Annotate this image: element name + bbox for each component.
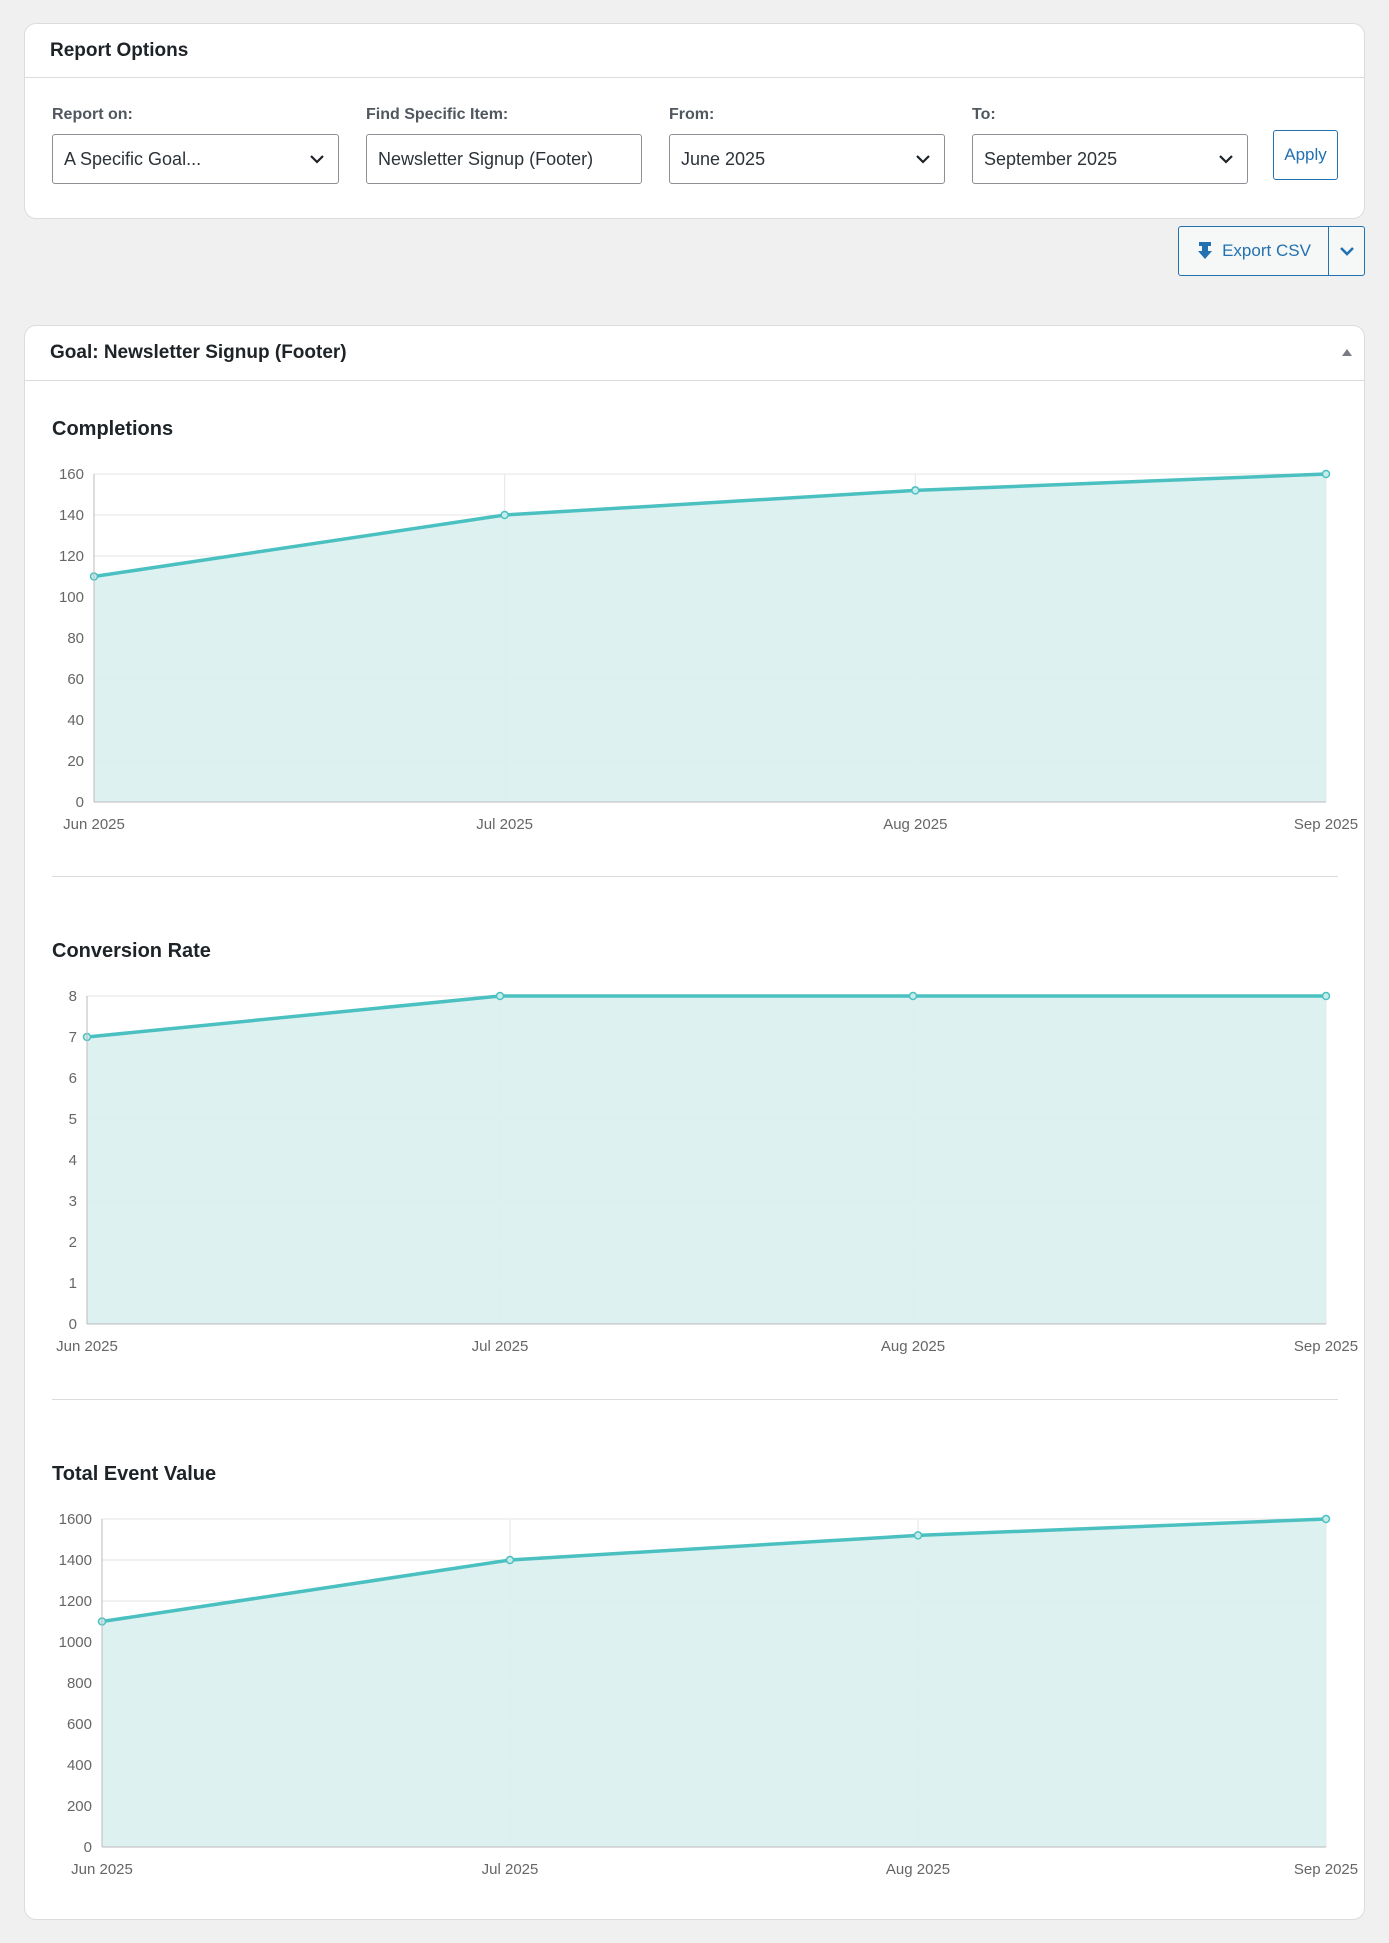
y-tick-label: 120 [59, 548, 84, 565]
y-tick-label: 100 [59, 589, 84, 606]
apply-button[interactable]: Apply [1273, 130, 1338, 180]
report-options-panel: Report Options Report on: A Specific Goa… [24, 23, 1365, 219]
find-item-value: Newsletter Signup (Footer) [378, 148, 594, 169]
y-tick-label: 600 [67, 1716, 92, 1733]
y-tick-label: 2 [69, 1234, 77, 1251]
from-field: From: June 2025 [669, 104, 945, 184]
goal-panel-title: Goal: Newsletter Signup (Footer) [25, 326, 1364, 381]
x-tick-label: Jul 2025 [472, 1338, 529, 1355]
y-tick-label: 1200 [59, 1593, 92, 1610]
y-tick-label: 800 [67, 1675, 92, 1692]
report-on-field: Report on: A Specific Goal... [52, 104, 339, 184]
y-tick-label: 40 [67, 712, 84, 729]
y-tick-label: 1000 [59, 1634, 92, 1651]
x-tick-label: Jun 2025 [63, 816, 125, 833]
chevron-down-icon [1339, 247, 1354, 256]
series-area [94, 474, 1326, 802]
from-value: June 2025 [681, 148, 766, 169]
x-tick-label: Sep 2025 [1294, 1338, 1358, 1355]
completions-chart-svg: 0 20 40 60 80 100 120 140 160 Jun 2025 Jul 2025 Aug… [59, 466, 1358, 833]
y-tick-label: 6 [69, 1070, 77, 1087]
total-event-value-chart: Total Event Value 0 200 400 600 800 1000 1200 1… [52, 1459, 1358, 1878]
y-tick-label: 0 [69, 1316, 77, 1333]
export-csv-button[interactable]: Export CSV [1179, 227, 1329, 275]
chart-title: Total Event Value [52, 1463, 217, 1485]
y-tick-label: 160 [59, 466, 84, 483]
goal-panel: Goal: Newsletter Signup (Footer) Complet… [24, 325, 1365, 1920]
x-tick-label: Sep 2025 [1294, 816, 1358, 833]
total-event-value-chart-svg: 0 200 400 600 800 1000 1200 1400 1600 Jun 2025 Jul… [59, 1511, 1358, 1878]
report-options-title: Report Options [25, 24, 1364, 78]
data-point [495, 991, 505, 1001]
to-value: September 2025 [984, 148, 1118, 169]
y-tick-label: 4 [69, 1152, 77, 1169]
y-tick-label: 0 [76, 794, 84, 811]
x-tick-label: Jul 2025 [476, 816, 533, 833]
chevron-down-icon [310, 155, 324, 164]
y-tick-label: 60 [67, 671, 84, 688]
x-tick-label: Jul 2025 [482, 1861, 539, 1878]
to-label: To: [972, 106, 996, 123]
export-csv-group: Export CSV [1178, 226, 1365, 276]
report-on-value: A Specific Goal... [64, 148, 202, 169]
find-item-label: Find Specific Item: [366, 106, 509, 123]
conversion-rate-chart-svg: 0 1 2 3 4 5 6 7 8 Jun 2025 Jul 2025 Aug 2025 Sep 202… [56, 988, 1358, 1355]
chevron-down-icon [916, 155, 930, 164]
report-on-label: Report on: [52, 106, 133, 123]
y-tick-label: 140 [59, 507, 84, 524]
y-tick-label: 400 [67, 1757, 92, 1774]
data-point [1321, 1514, 1331, 1524]
x-tick-label: Jun 2025 [71, 1861, 133, 1878]
y-tick-label: 1400 [59, 1552, 92, 1569]
data-point [911, 486, 920, 495]
series-area [102, 1519, 1326, 1847]
y-tick-label: 1 [69, 1275, 77, 1292]
y-tick-label: 7 [69, 1029, 77, 1046]
y-tick-label: 3 [69, 1193, 77, 1210]
data-point [913, 1531, 923, 1540]
download-icon [1198, 242, 1213, 259]
data-point [1321, 469, 1331, 479]
y-tick-label: 200 [67, 1798, 92, 1815]
divider [52, 1399, 1338, 1400]
triangle-up-icon[interactable] [1342, 349, 1352, 356]
data-point [500, 510, 509, 520]
completions-chart: Completions 0 20 40 60 80 100 120 140 160 Jun 202… [52, 414, 1358, 833]
from-select[interactable]: June 2025 [669, 134, 945, 184]
series-area [87, 996, 1326, 1324]
to-field: To: September 2025 [972, 104, 1248, 184]
data-point [908, 991, 918, 1001]
y-tick-label: 8 [69, 988, 77, 1005]
chart-title: Conversion Rate [52, 940, 211, 962]
y-tick-label: 1600 [59, 1511, 92, 1528]
report-on-select[interactable]: A Specific Goal... [52, 134, 339, 184]
find-item-input[interactable]: Newsletter Signup (Footer) [366, 134, 642, 184]
conversion-rate-chart: Conversion Rate 0 1 2 3 4 5 6 7 8 Jun 2025 Jul 202… [52, 936, 1358, 1355]
y-tick-label: 5 [69, 1111, 77, 1128]
x-tick-label: Aug 2025 [881, 1338, 945, 1355]
x-tick-label: Aug 2025 [886, 1861, 950, 1878]
export-csv-label: Export CSV [1222, 241, 1311, 260]
y-tick-label: 80 [67, 630, 84, 647]
x-tick-label: Aug 2025 [883, 816, 947, 833]
to-select[interactable]: September 2025 [972, 134, 1248, 184]
y-tick-label: 0 [84, 1839, 92, 1856]
find-item-field: Find Specific Item: Newsletter Signup (F… [366, 104, 642, 184]
data-point [505, 1555, 515, 1565]
x-tick-label: Sep 2025 [1294, 1861, 1358, 1878]
chevron-down-icon [1219, 155, 1233, 164]
divider [52, 876, 1338, 877]
x-tick-label: Jun 2025 [56, 1338, 118, 1355]
from-label: From: [669, 106, 715, 123]
chart-title: Completions [52, 418, 174, 440]
export-options-toggle[interactable] [1329, 227, 1364, 275]
data-point [1321, 991, 1331, 1001]
y-tick-label: 20 [67, 753, 84, 770]
